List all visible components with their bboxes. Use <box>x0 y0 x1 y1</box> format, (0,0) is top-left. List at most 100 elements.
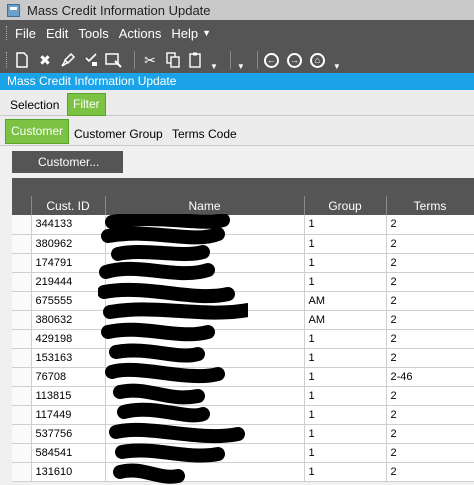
grid-group-header <box>12 178 474 196</box>
toolbar-separator <box>134 51 135 69</box>
row-header-cell[interactable] <box>12 405 32 425</box>
delete-icon[interactable]: ✖ <box>36 51 54 69</box>
terms-cell[interactable]: 2 <box>386 215 474 235</box>
terms-cell[interactable]: 2 <box>386 253 474 273</box>
chevron-down-icon[interactable]: ▼ <box>202 28 211 38</box>
grip-icon <box>6 52 9 68</box>
chevron-down-icon[interactable]: ▼ <box>237 62 245 71</box>
terms-cell[interactable]: 2 <box>386 348 474 368</box>
column-header-name[interactable]: Name <box>105 196 305 215</box>
window-title: Mass Credit Information Update <box>27 2 211 18</box>
row-header-cell[interactable] <box>12 310 32 330</box>
cust-id-cell[interactable]: 584541 <box>31 443 106 463</box>
row-header-cell[interactable] <box>12 443 32 463</box>
group-cell[interactable]: 1 <box>304 386 387 406</box>
cut-icon[interactable]: ✂ <box>141 51 159 69</box>
terms-cell[interactable]: 2 <box>386 234 474 254</box>
cust-id-cell[interactable]: 675555 <box>31 291 106 311</box>
forward-arrow-icon[interactable]: → <box>286 52 302 68</box>
group-cell[interactable]: 1 <box>304 348 387 368</box>
group-cell[interactable]: 1 <box>304 367 387 387</box>
group-cell[interactable]: AM <box>304 310 387 330</box>
terms-cell[interactable]: 2 <box>386 443 474 463</box>
menu-help[interactable]: Help <box>171 26 198 41</box>
column-header-terms[interactable]: Terms <box>386 196 474 215</box>
chevron-down-icon[interactable]: ▼ <box>210 62 218 71</box>
menu-actions[interactable]: Actions <box>119 26 162 41</box>
terms-cell[interactable]: 2 <box>386 291 474 311</box>
cust-id-cell[interactable]: 174791 <box>31 253 106 273</box>
top-tab-strip: Selection Filter <box>0 90 474 116</box>
cust-id-cell[interactable]: 219444 <box>31 272 106 292</box>
terms-cell[interactable]: 2 <box>386 272 474 292</box>
cust-id-cell[interactable]: 117449 <box>31 405 106 425</box>
tab-terms-code[interactable]: Terms Code <box>172 124 237 144</box>
row-header-cell[interactable] <box>12 424 32 444</box>
group-cell[interactable]: 1 <box>304 272 387 292</box>
spell-check-icon[interactable] <box>82 51 100 69</box>
cust-id-cell[interactable]: 153163 <box>31 348 106 368</box>
row-header-cell[interactable] <box>12 215 32 235</box>
cust-id-cell[interactable]: 113815 <box>31 386 106 406</box>
group-cell[interactable]: 1 <box>304 405 387 425</box>
row-header-cell[interactable] <box>12 462 32 482</box>
group-cell[interactable]: 1 <box>304 462 387 482</box>
row-header-cell[interactable] <box>12 329 32 349</box>
row-header-cell[interactable] <box>12 348 32 368</box>
tab-customer[interactable]: Customer <box>5 119 70 144</box>
group-cell[interactable]: AM <box>304 291 387 311</box>
customer-button[interactable]: Customer... <box>12 151 123 173</box>
terms-cell[interactable]: 2 <box>386 329 474 349</box>
group-cell[interactable]: 1 <box>304 443 387 463</box>
toolbar-separator <box>256 51 258 69</box>
row-header-corner <box>12 196 32 215</box>
terms-cell[interactable]: 2 <box>386 424 474 444</box>
group-cell[interactable]: 1 <box>304 424 387 444</box>
column-header-group[interactable]: Group <box>304 196 387 215</box>
cust-id-cell[interactable]: 344133 <box>31 215 106 235</box>
menu-file[interactable]: File <box>15 26 36 41</box>
cust-id-cell[interactable]: 380632 <box>31 310 106 330</box>
back-arrow-icon[interactable]: ← <box>263 52 279 68</box>
cust-id-cell[interactable]: 537756 <box>31 424 106 444</box>
cust-id-cell[interactable]: 429198 <box>31 329 106 349</box>
tab-filter[interactable]: Filter <box>67 93 106 116</box>
app-icon <box>7 3 20 17</box>
terms-cell[interactable]: 2 <box>386 405 474 425</box>
row-header-cell[interactable] <box>12 367 32 387</box>
row-header-cell[interactable] <box>12 272 32 292</box>
terms-cell[interactable]: 2 <box>386 310 474 330</box>
toolbar-separator <box>229 51 231 69</box>
group-cell[interactable]: 1 <box>304 234 387 254</box>
menu-edit[interactable]: Edit <box>46 26 68 41</box>
group-cell[interactable]: 1 <box>304 253 387 273</box>
row-header-cell[interactable] <box>12 234 32 254</box>
cust-id-cell[interactable]: 76708 <box>31 367 106 387</box>
toolbar: ✖ ✂ ▼ ▼ ← → ⌂ ▼ <box>6 49 347 71</box>
grid-header-row: Cust. ID Name Group Terms <box>12 196 474 215</box>
clear-brush-icon[interactable] <box>59 51 77 69</box>
paste-icon[interactable] <box>187 51 205 69</box>
cust-id-cell[interactable]: 380962 <box>31 234 106 254</box>
home-icon[interactable]: ⌂ <box>309 52 325 68</box>
terms-cell[interactable]: 2-46 <box>386 367 474 387</box>
print-preview-icon[interactable] <box>105 51 123 69</box>
copy-icon[interactable] <box>164 51 182 69</box>
terms-cell[interactable]: 2 <box>386 462 474 482</box>
terms-cell[interactable]: 2 <box>386 386 474 406</box>
window-titlebar: Mass Credit Information Update <box>0 0 474 20</box>
menu-tools[interactable]: Tools <box>78 26 108 41</box>
tab-customer-group[interactable]: Customer Group <box>74 124 163 144</box>
group-cell[interactable]: 1 <box>304 215 387 235</box>
column-header-cust-id[interactable]: Cust. ID <box>31 196 106 215</box>
group-cell[interactable]: 1 <box>304 329 387 349</box>
cust-id-cell[interactable]: 131610 <box>31 462 106 482</box>
tab-selection[interactable]: Selection <box>5 95 64 116</box>
new-document-icon[interactable] <box>13 51 31 69</box>
chevron-down-icon[interactable]: ▼ <box>333 62 341 71</box>
row-header-cell[interactable] <box>12 386 32 406</box>
menu-bar: File Edit Tools Actions Help ▼ <box>6 24 211 42</box>
row-header-cell[interactable] <box>12 253 32 273</box>
form-header: Mass Credit Information Update <box>0 73 474 90</box>
row-header-cell[interactable] <box>12 291 32 311</box>
